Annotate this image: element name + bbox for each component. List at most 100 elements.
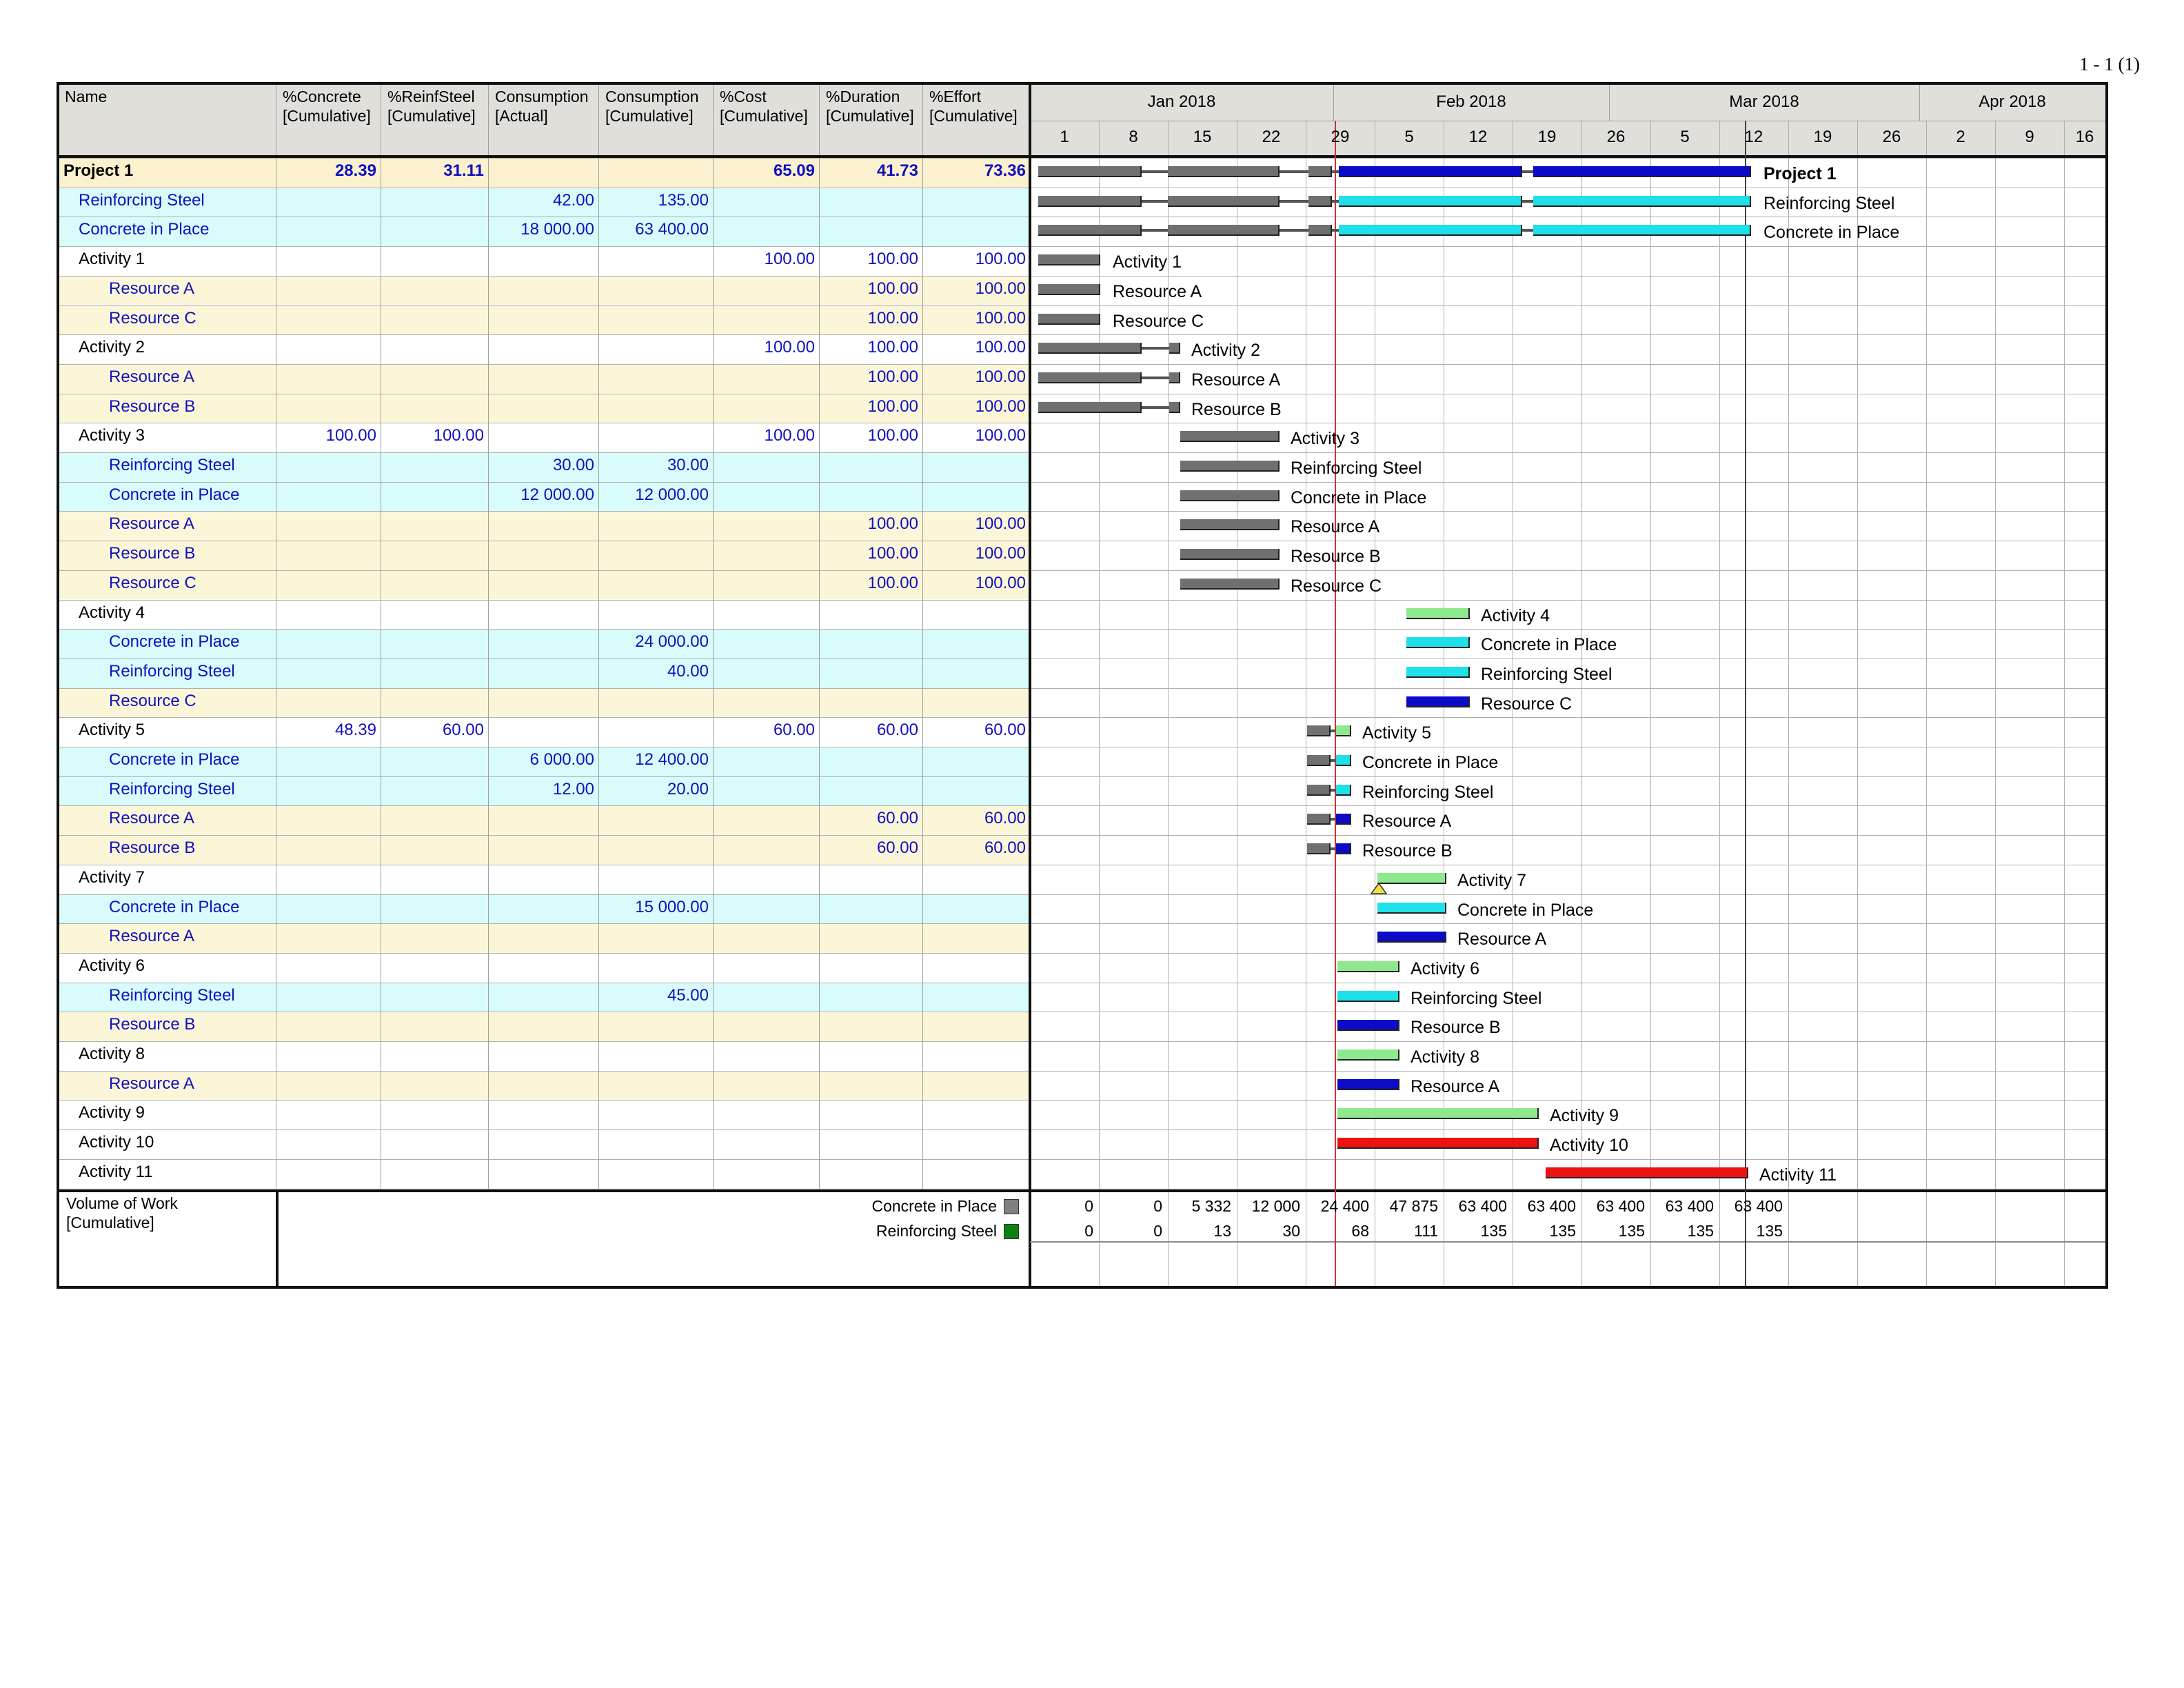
gantt-bar[interactable]	[1180, 431, 1280, 443]
gantt-bar[interactable]	[1406, 607, 1470, 619]
column-header-concrete[interactable]: %Concrete [Cumulative]	[283, 87, 371, 125]
gantt-bar[interactable]	[1406, 696, 1470, 707]
row-name[interactable]: Resource A	[109, 274, 194, 303]
row-name[interactable]: Reinforcing Steel	[109, 451, 235, 480]
column-header-steel[interactable]: %ReinfSteel [Cumulative]	[387, 87, 476, 125]
gantt-bar[interactable]	[1038, 372, 1142, 383]
gantt-bar[interactable]	[1337, 1108, 1539, 1120]
column-header-dur[interactable]: %Duration [Cumulative]	[826, 87, 914, 125]
gantt-bar[interactable]	[1308, 166, 1332, 177]
row-name[interactable]: Concrete in Place	[109, 745, 239, 774]
row-name[interactable]: Activity 10	[79, 1128, 154, 1157]
gantt-bar[interactable]	[1336, 784, 1351, 796]
gantt-bar[interactable]	[1337, 1049, 1399, 1061]
row-name[interactable]: Project 1	[63, 157, 133, 185]
gantt-bar[interactable]	[1533, 166, 1751, 177]
row-name[interactable]: Resource A	[109, 1069, 194, 1098]
gantt-bar[interactable]	[1339, 166, 1522, 177]
gantt-bar[interactable]	[1308, 195, 1332, 207]
gantt-bar[interactable]	[1339, 225, 1522, 237]
gantt-bar[interactable]	[1308, 225, 1332, 237]
gantt-bar[interactable]	[1336, 755, 1351, 766]
row-name[interactable]: Resource B	[109, 834, 195, 863]
gantt-bar[interactable]	[1307, 755, 1331, 766]
row-name[interactable]: Activity 3	[79, 421, 145, 450]
row-name[interactable]: Resource A	[109, 804, 194, 833]
gantt-bar[interactable]	[1038, 401, 1142, 413]
row-name[interactable]: Concrete in Place	[109, 893, 239, 922]
column-header-cost[interactable]: %Cost [Cumulative]	[720, 87, 808, 125]
gantt-bar[interactable]	[1377, 872, 1446, 884]
row-name[interactable]: Resource A	[109, 922, 194, 951]
gantt-bar[interactable]	[1168, 225, 1280, 237]
gantt-bar[interactable]	[1038, 166, 1142, 177]
row-name[interactable]: Activity 8	[79, 1040, 145, 1069]
gantt-bar[interactable]	[1038, 313, 1100, 325]
gantt-bar[interactable]	[1180, 461, 1280, 472]
gantt-bar[interactable]	[1337, 1078, 1399, 1090]
gantt-bar[interactable]	[1406, 637, 1470, 649]
gantt-bar[interactable]	[1307, 843, 1331, 855]
gantt-bar[interactable]	[1533, 225, 1751, 237]
gantt-bar[interactable]	[1337, 1138, 1539, 1149]
column-header-cons_cum[interactable]: Consumption [Cumulative]	[605, 87, 699, 125]
row-name[interactable]: Reinforcing Steel	[109, 775, 235, 804]
gantt-bar[interactable]	[1546, 1167, 1748, 1178]
row-divider	[58, 953, 2105, 954]
gantt-bar[interactable]	[1377, 932, 1446, 943]
gantt-bar[interactable]	[1339, 195, 1522, 207]
week-label: 5	[1680, 128, 1690, 146]
row-name[interactable]: Resource C	[109, 687, 196, 716]
row-name[interactable]: Resource B	[109, 539, 195, 568]
gantt-bar[interactable]	[1169, 343, 1180, 354]
gantt-bar[interactable]	[1307, 814, 1331, 825]
row-name[interactable]: Activity 5	[79, 716, 145, 745]
gantt-bar[interactable]	[1533, 195, 1751, 207]
column-header-cons_act[interactable]: Consumption [Actual]	[495, 87, 589, 125]
row-name[interactable]: Resource C	[109, 569, 196, 598]
gantt-bar[interactable]	[1307, 725, 1331, 737]
row-name[interactable]: Reinforcing Steel	[79, 186, 205, 215]
row-name[interactable]: Activity 9	[79, 1098, 145, 1127]
gantt-bar[interactable]	[1038, 283, 1100, 295]
column-header-eff[interactable]: %Effort [Cumulative]	[929, 87, 1018, 125]
gantt-bar[interactable]	[1337, 1020, 1399, 1032]
row-name[interactable]: Activity 7	[79, 863, 145, 892]
row-name[interactable]: Resource C	[109, 304, 196, 333]
row-name[interactable]: Activity 1	[79, 245, 145, 274]
row-name[interactable]: Activity 11	[79, 1158, 153, 1187]
row-name[interactable]: Resource A	[109, 510, 194, 539]
gantt-bar[interactable]	[1168, 166, 1280, 177]
gantt-bar[interactable]	[1169, 372, 1180, 383]
row-name[interactable]: Concrete in Place	[109, 481, 239, 510]
gantt-bar[interactable]	[1336, 725, 1351, 737]
gantt-bar[interactable]	[1406, 666, 1470, 678]
column-header-name[interactable]: Name	[65, 87, 107, 106]
gantt-bar[interactable]	[1337, 961, 1399, 972]
row-name[interactable]: Activity 4	[79, 599, 145, 627]
gantt-bar[interactable]	[1168, 195, 1280, 207]
gantt-bar[interactable]	[1336, 843, 1351, 855]
gantt-bar[interactable]	[1180, 578, 1280, 590]
gantt-bar[interactable]	[1336, 814, 1351, 825]
gantt-bar[interactable]	[1180, 549, 1280, 561]
gantt-bar[interactable]	[1180, 490, 1280, 501]
gantt-bar[interactable]	[1169, 401, 1180, 413]
gantt-bar[interactable]	[1337, 990, 1399, 1002]
row-name[interactable]: Reinforcing Steel	[109, 657, 235, 686]
gantt-bar[interactable]	[1038, 254, 1100, 266]
row-name[interactable]: Resource A	[109, 363, 194, 392]
gantt-bar[interactable]	[1377, 902, 1446, 914]
gantt-bar[interactable]	[1180, 519, 1280, 531]
row-name[interactable]: Concrete in Place	[109, 627, 239, 656]
row-name[interactable]: Activity 6	[79, 952, 145, 981]
row-name[interactable]: Reinforcing Steel	[109, 981, 235, 1010]
row-name[interactable]: Resource B	[109, 392, 195, 421]
gantt-bar[interactable]	[1038, 343, 1142, 354]
row-name[interactable]: Resource B	[109, 1010, 195, 1039]
gantt-bar[interactable]	[1038, 195, 1142, 207]
gantt-bar[interactable]	[1307, 784, 1331, 796]
gantt-bar[interactable]	[1038, 225, 1142, 237]
row-name[interactable]: Concrete in Place	[79, 215, 209, 244]
row-name[interactable]: Activity 2	[79, 333, 145, 362]
